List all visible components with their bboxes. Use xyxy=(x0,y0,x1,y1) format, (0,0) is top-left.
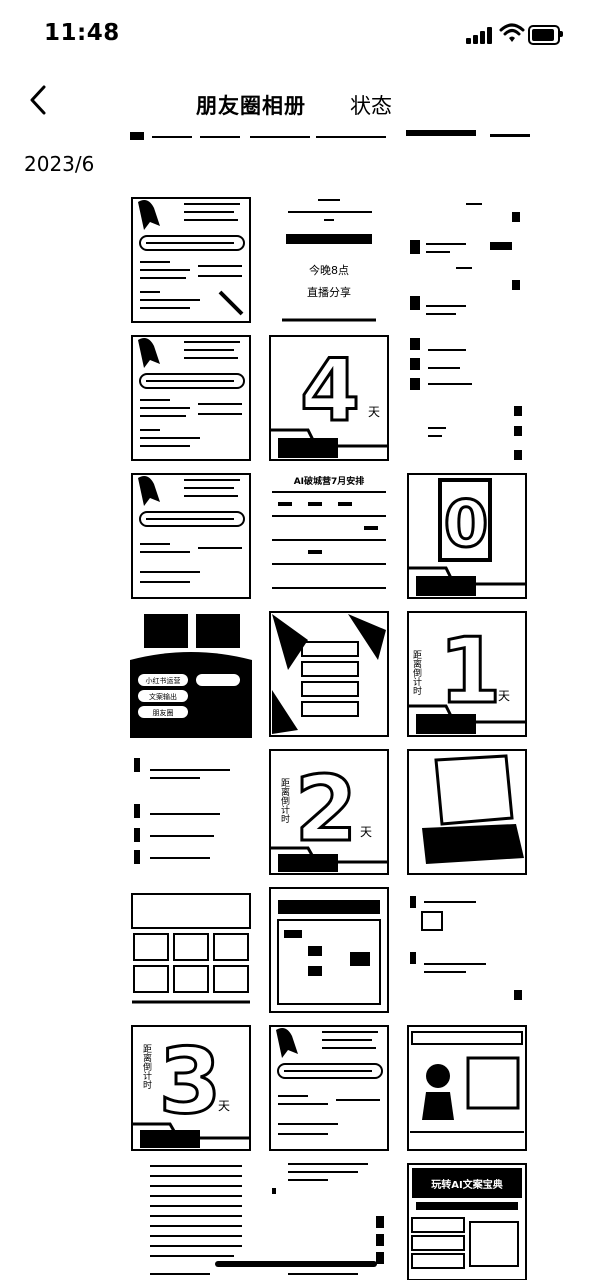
invite-line-2: 直播分享 xyxy=(307,285,351,299)
countdown-label: 距离倒计时 xyxy=(411,650,422,695)
photo-thumbnail[interactable] xyxy=(130,196,252,324)
tag-label: 朋友圈 xyxy=(153,708,174,717)
photo-thumbnail[interactable]: 玩转AI文案宝典 xyxy=(406,1162,528,1280)
wifi-icon xyxy=(499,22,525,44)
photo-thumbnail[interactable]: AI破城营7月安排 xyxy=(268,472,390,600)
countdown-label: 距离倒计时 xyxy=(279,778,290,823)
promo-title: 玩转AI文案宝典 xyxy=(431,1178,502,1191)
chevron-left-icon xyxy=(30,85,46,115)
photo-thumbnail[interactable]: 0 xyxy=(406,472,528,600)
countdown-number: 0 xyxy=(444,488,489,562)
photo-thumbnail[interactable]: 4 天 xyxy=(268,334,390,462)
photo-thumbnail[interactable] xyxy=(268,610,390,738)
countdown-number: 4 xyxy=(300,341,360,441)
status-time: 11:48 xyxy=(44,20,120,46)
photo-thumbnail[interactable] xyxy=(130,472,252,600)
photo-thumbnail[interactable]: 小红书运营 文案输出 朋友圈 xyxy=(130,610,252,738)
countdown-day-unit: 天 xyxy=(218,1099,230,1113)
previous-row-strip xyxy=(130,128,530,142)
photo-thumbnail[interactable] xyxy=(130,886,252,1014)
status-bar: 11:48 xyxy=(0,0,591,70)
countdown-number: 3 xyxy=(159,1029,222,1134)
countdown-day-unit: 天 xyxy=(360,825,372,839)
tab-status[interactable]: 状态 xyxy=(350,90,392,120)
photo-thumbnail[interactable]: 距离倒计时 3 天 xyxy=(130,1024,252,1152)
month-header: 2023/6 xyxy=(24,152,95,176)
countdown-number: 2 xyxy=(295,757,358,862)
photo-thumbnail[interactable] xyxy=(406,748,528,876)
photo-thumbnail[interactable]: 距离倒计时 1 天 xyxy=(406,610,528,738)
countdown-label: 距离倒计时 xyxy=(141,1044,152,1089)
invite-line-1: 今晚8点 xyxy=(309,263,349,277)
photo-thumbnail[interactable]: 今晚8点 直播分享 xyxy=(268,196,390,324)
countdown-day-unit: 天 xyxy=(368,405,380,419)
photo-thumbnail[interactable] xyxy=(130,748,252,876)
tab-album[interactable]: 朋友圈相册 xyxy=(196,90,306,120)
photo-thumbnail[interactable] xyxy=(406,886,528,1014)
home-indicator[interactable] xyxy=(215,1261,377,1267)
photo-thumbnail[interactable] xyxy=(406,196,528,324)
schedule-title: AI破城营7月安排 xyxy=(294,475,365,487)
photo-thumbnail[interactable] xyxy=(268,886,390,1014)
countdown-day-unit: 天 xyxy=(498,689,510,703)
photo-grid: 今晚8点 直播分享 4 天 AI破城营7月安排 0 小红书运营 文案输出 朋友圈… xyxy=(130,196,530,1280)
photo-thumbnail[interactable] xyxy=(130,334,252,462)
photo-thumbnail[interactable] xyxy=(268,1024,390,1152)
battery-icon xyxy=(528,25,563,45)
cellular-signal-icon xyxy=(466,26,494,44)
tag-label: 文案输出 xyxy=(149,692,177,701)
photo-thumbnail[interactable] xyxy=(406,1024,528,1152)
photo-thumbnail[interactable] xyxy=(406,334,528,462)
back-button[interactable] xyxy=(24,84,54,118)
photo-thumbnail[interactable]: 距离倒计时 2 天 xyxy=(268,748,390,876)
tag-label: 小红书运营 xyxy=(146,676,181,685)
